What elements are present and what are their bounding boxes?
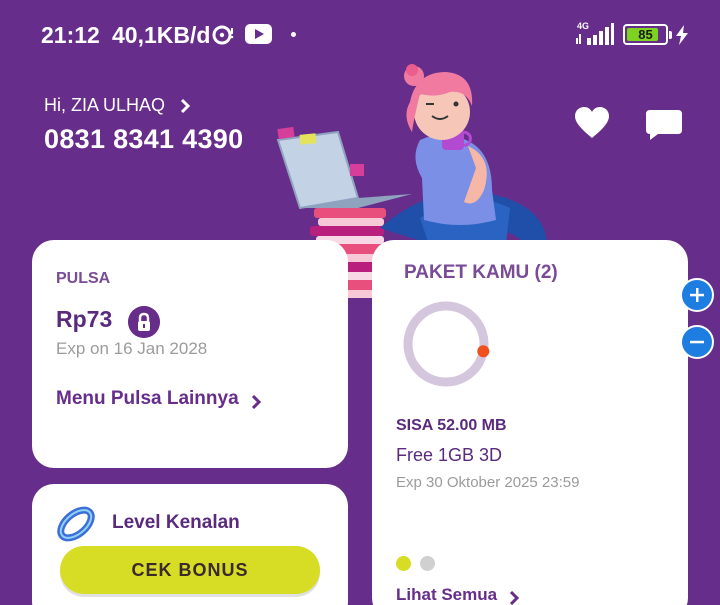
quota-ring-chart: [403, 301, 490, 387]
chevron-right-icon: [251, 395, 261, 409]
pulsa-menu-link[interactable]: Menu Pulsa Lainnya: [56, 388, 261, 410]
paket-remaining: SISA 52.00 MB: [396, 417, 507, 434]
heart-icon[interactable]: [574, 106, 610, 140]
plus-icon: [690, 288, 704, 302]
pulsa-balance: Rp73: [56, 306, 113, 332]
zoom-out-button[interactable]: [680, 325, 714, 359]
lihat-semua-label: Lihat Semua: [396, 585, 498, 604]
level-badge-icon: [57, 506, 95, 542]
disc-icon: [212, 25, 234, 45]
greeting-text: Hi, ZIA ULHAQ: [44, 95, 166, 115]
cek-bonus-button[interactable]: CEK BONUS: [60, 546, 320, 594]
chat-icon[interactable]: [644, 108, 684, 142]
paket-title: PAKET KAMU (2): [404, 262, 558, 283]
pulsa-card: PULSA Rp73 Exp on 16 Jan 2028 Menu Pulsa…: [32, 240, 348, 468]
paket-card: PAKET KAMU (2) SISA 52.00 MB Free 1GB 3D…: [372, 240, 688, 605]
phone-number: 0831 8341 4390: [44, 124, 244, 154]
notification-dot: [291, 32, 296, 37]
quota-ring-track: [403, 301, 489, 387]
zoom-in-button[interactable]: [680, 278, 714, 312]
youtube-icon: [245, 24, 272, 44]
minus-icon: [690, 340, 704, 344]
paket-name: Free 1GB 3D: [396, 445, 503, 465]
chevron-right-icon: [510, 591, 520, 605]
charging-icon: [676, 25, 688, 45]
level-label: Level Kenalan: [112, 512, 240, 533]
quota-ring-marker: [477, 345, 490, 358]
status-network-speed: 40,1KB/d: [112, 22, 211, 48]
greeting-link[interactable]: Hi, ZIA ULHAQ: [44, 95, 191, 116]
paket-expiry: Exp 30 Oktober 2025 23:59: [396, 474, 580, 491]
battery-icon: 85: [623, 24, 672, 45]
status-time: 21:12: [41, 22, 100, 48]
pulsa-menu-label: Menu Pulsa Lainnya: [56, 388, 239, 409]
chevron-right-icon: [180, 98, 191, 113]
signal-icon: [576, 23, 614, 45]
level-card: Level Kenalan CEK BONUS: [32, 484, 348, 605]
battery-percent: 85: [638, 27, 653, 42]
lock-icon[interactable]: [128, 306, 160, 338]
carousel-dot[interactable]: [420, 556, 435, 571]
pulsa-expiry: Exp on 16 Jan 2028: [56, 339, 208, 358]
lihat-semua-link[interactable]: Lihat Semua: [396, 585, 520, 605]
pulsa-title: PULSA: [56, 270, 111, 287]
carousel-dot-active[interactable]: [396, 556, 411, 571]
